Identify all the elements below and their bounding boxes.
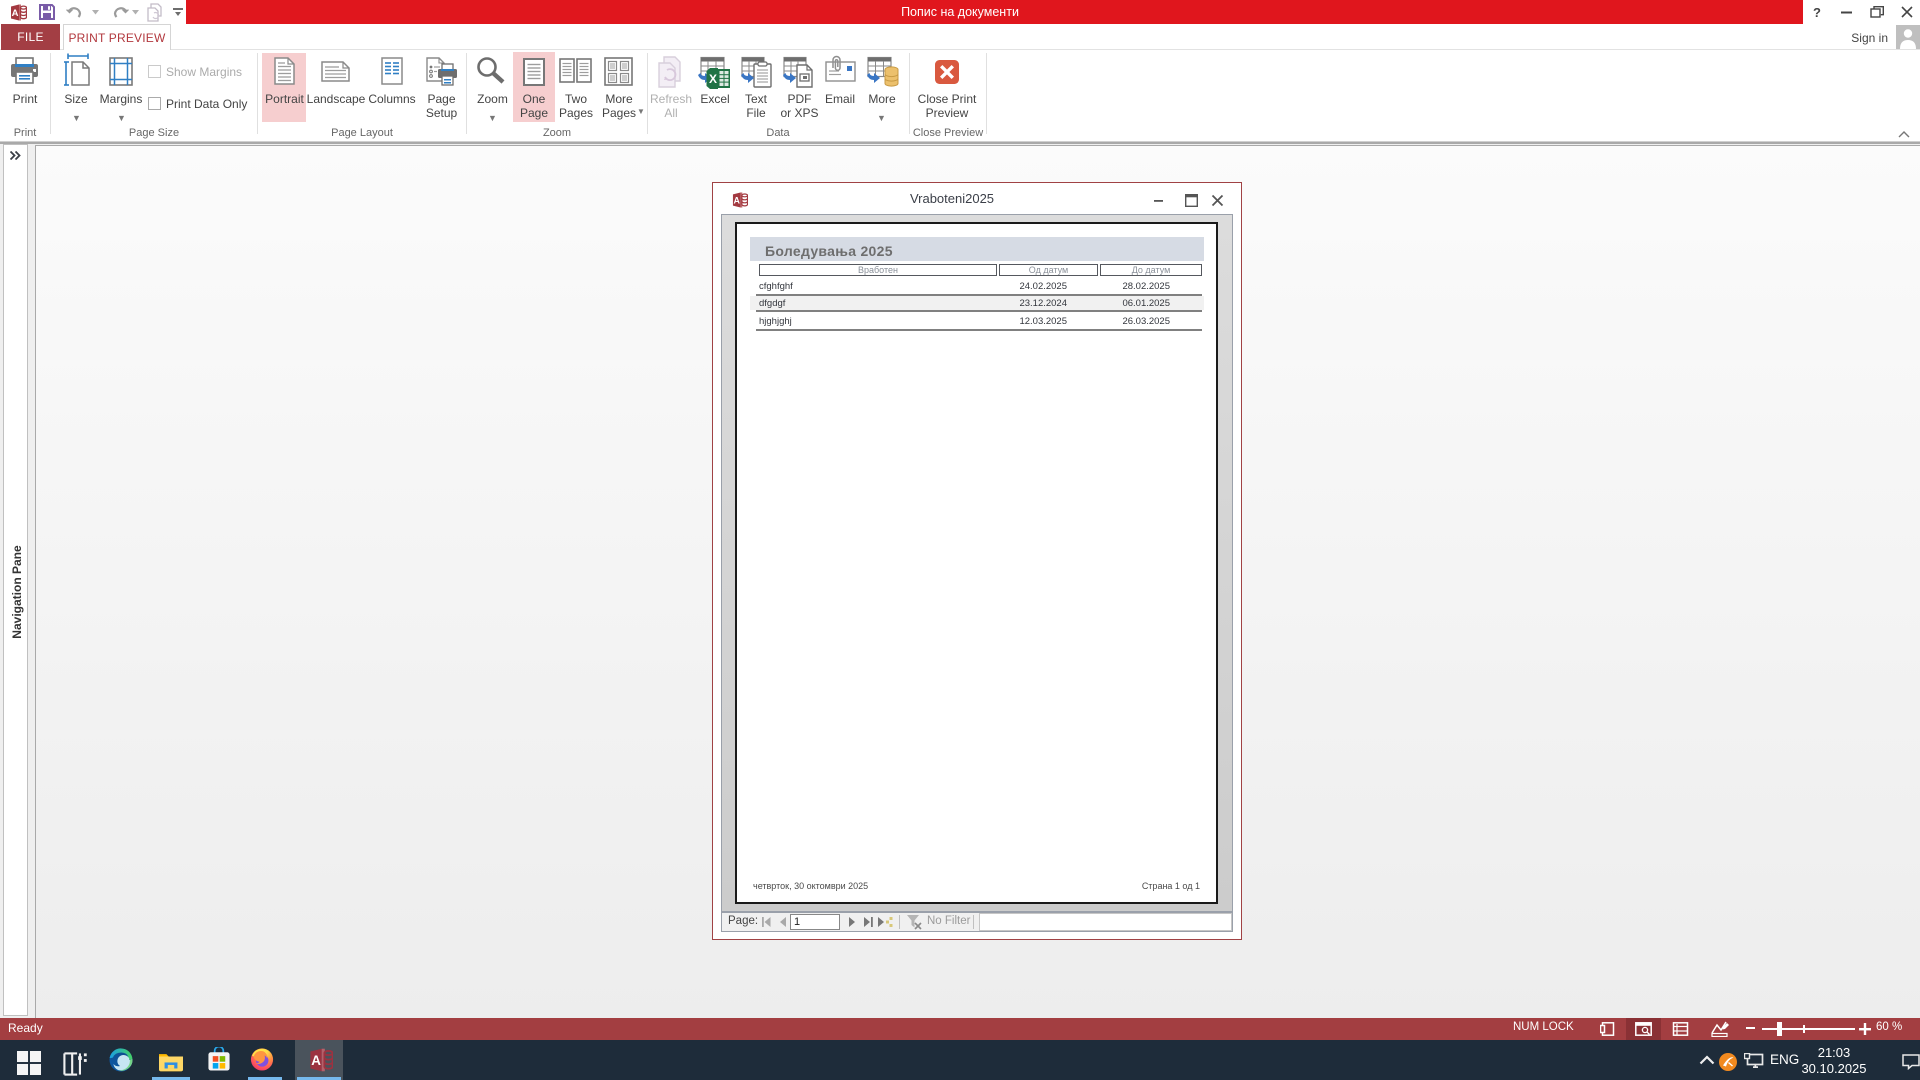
svg-text:A: A: [311, 1053, 321, 1068]
svg-text:?: ?: [1813, 5, 1821, 19]
svg-text:X: X: [709, 72, 717, 86]
svg-text:A: A: [733, 195, 740, 205]
svg-text:A: A: [12, 8, 19, 19]
